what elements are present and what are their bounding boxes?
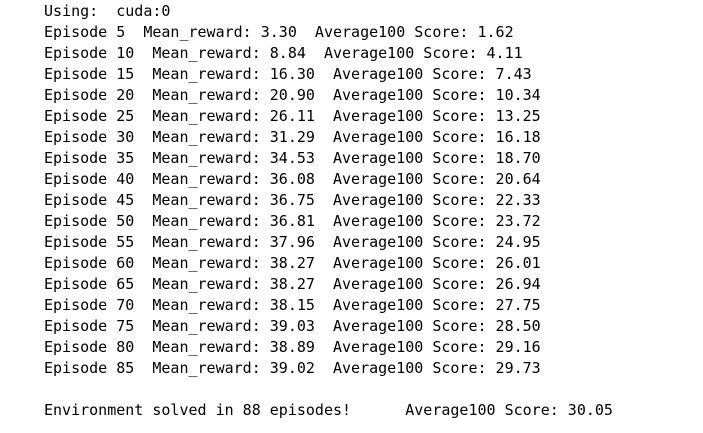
episode-log-line: Episode 55 Mean_reward: 37.96 Average100… [44, 233, 541, 251]
episode-log-line: Episode 75 Mean_reward: 39.03 Average100… [44, 317, 541, 335]
episode-log-line: Episode 85 Mean_reward: 39.02 Average100… [44, 359, 541, 377]
device-line: Using: cuda:0 [44, 2, 171, 20]
episode-log-line: Episode 60 Mean_reward: 38.27 Average100… [44, 254, 541, 272]
episode-log-line: Episode 20 Mean_reward: 20.90 Average100… [44, 86, 541, 104]
episode-log-line: Episode 80 Mean_reward: 38.89 Average100… [44, 338, 541, 356]
episode-log-line: Episode 35 Mean_reward: 34.53 Average100… [44, 149, 541, 167]
episode-log-line: Episode 50 Mean_reward: 36.81 Average100… [44, 212, 541, 230]
episode-log-line: Episode 5 Mean_reward: 3.30 Average100 S… [44, 23, 514, 41]
episode-log-line: Episode 45 Mean_reward: 36.75 Average100… [44, 191, 541, 209]
solved-summary-line: Environment solved in 88 episodes! Avera… [44, 401, 613, 419]
console-output: Using: cuda:0 Episode 5 Mean_reward: 3.3… [44, 1, 613, 421]
episode-log-line: Episode 15 Mean_reward: 16.30 Average100… [44, 65, 532, 83]
episode-log-line: Episode 40 Mean_reward: 36.08 Average100… [44, 170, 541, 188]
episode-log-line: Episode 65 Mean_reward: 38.27 Average100… [44, 275, 541, 293]
episode-log-line: Episode 70 Mean_reward: 38.15 Average100… [44, 296, 541, 314]
episode-log-line: Episode 25 Mean_reward: 26.11 Average100… [44, 107, 541, 125]
episode-log-line: Episode 30 Mean_reward: 31.29 Average100… [44, 128, 541, 146]
episode-log-line: Episode 10 Mean_reward: 8.84 Average100 … [44, 44, 523, 62]
